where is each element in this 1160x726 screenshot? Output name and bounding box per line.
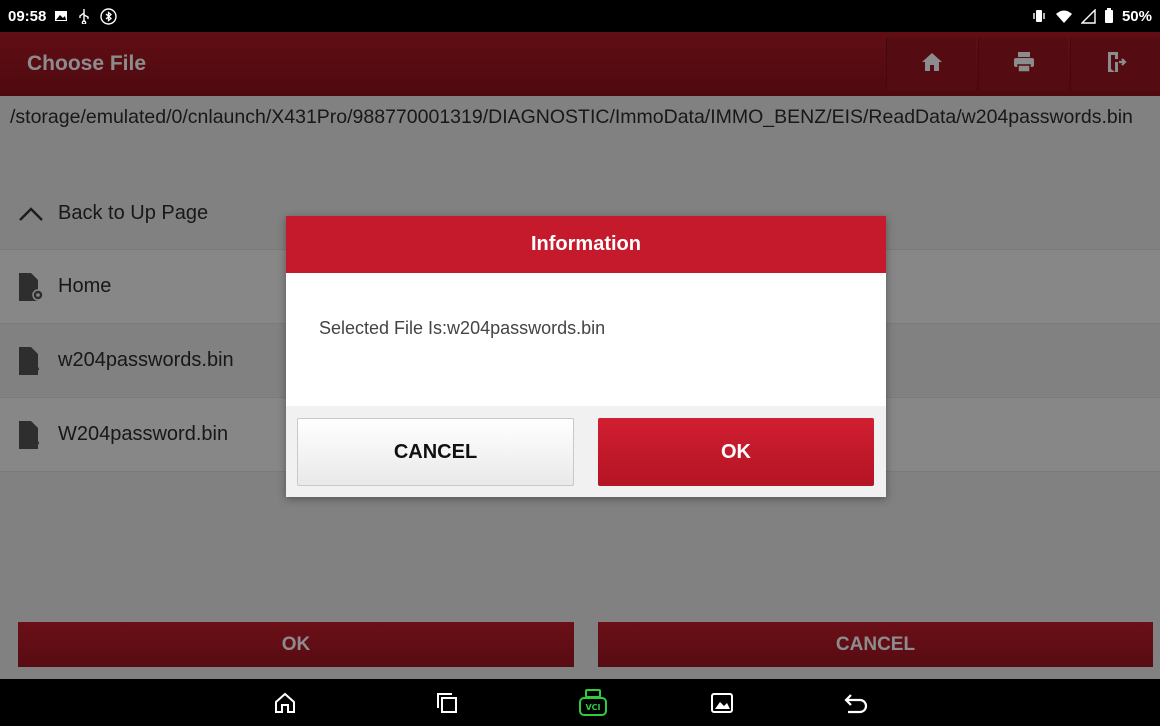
status-time: 09:58 — [8, 7, 47, 25]
recents-icon[interactable] — [433, 689, 461, 717]
dialog-message: Selected File Is:w204passwords.bin — [319, 318, 606, 338]
navigation-bar: VCI — [0, 679, 1160, 726]
back-icon[interactable] — [842, 689, 870, 717]
vci-icon[interactable]: VCI — [577, 689, 609, 717]
svg-text:VCI: VCI — [585, 703, 600, 712]
dialog-title: Information — [286, 216, 886, 273]
wifi-icon — [1055, 9, 1073, 24]
vibrate-icon — [1031, 9, 1047, 23]
gallery-icon[interactable] — [708, 689, 736, 717]
dialog-ok-button[interactable]: OK — [598, 418, 874, 486]
status-bar: 09:58 50% — [0, 0, 1160, 32]
dialog-body: Selected File Is:w204passwords.bin — [286, 273, 886, 406]
battery-icon — [1104, 8, 1114, 24]
bluetooth-icon — [100, 7, 118, 25]
image-icon — [54, 9, 68, 23]
dialog-cancel-button[interactable]: CANCEL — [297, 418, 574, 486]
usb-icon — [76, 8, 92, 24]
nav-home-icon[interactable] — [271, 689, 299, 717]
information-dialog: Information Selected File Is:w204passwor… — [286, 216, 886, 497]
battery-percent: 50% — [1121, 7, 1152, 25]
signal-icon — [1080, 8, 1096, 24]
